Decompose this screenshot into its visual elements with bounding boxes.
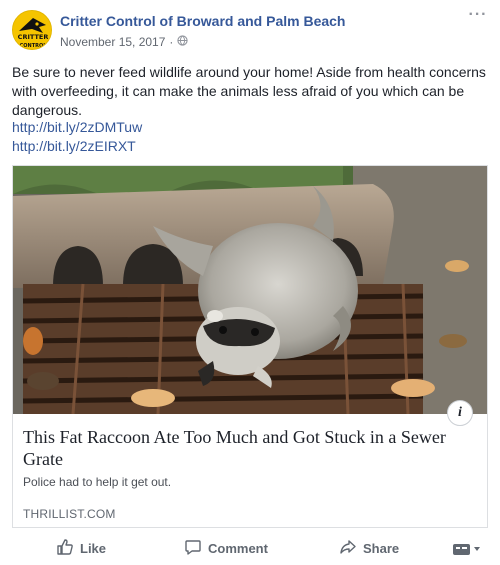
link-preview-card[interactable]: i This Fat Raccoon Ate Too Much and Got … xyxy=(12,165,488,528)
post-actions: Like Comment Share xyxy=(12,533,488,565)
svg-text:CONTROL: CONTROL xyxy=(20,43,48,49)
info-icon[interactable]: i xyxy=(447,400,473,426)
page-avatar[interactable]: CRITTER CONTROL xyxy=(12,10,52,50)
post-meta: November 15, 2017 · xyxy=(60,35,189,49)
facebook-post: CRITTER CONTROL Critter Control of Browa… xyxy=(0,0,500,565)
card-domain: THRILLIST.COM xyxy=(23,507,116,521)
post-link-1[interactable]: http://bit.ly/2zDMTuw xyxy=(12,118,142,137)
meta-separator: · xyxy=(169,35,174,49)
comment-icon xyxy=(184,538,208,559)
more-options-button[interactable]: ··· xyxy=(468,7,488,24)
svg-text:CRITTER: CRITTER xyxy=(18,33,49,41)
like-label: Like xyxy=(80,540,107,556)
share-button[interactable]: Share xyxy=(339,536,399,560)
critter-control-logo: CRITTER CONTROL xyxy=(13,11,51,49)
card-title[interactable]: This Fat Raccoon Ate Too Much and Got St… xyxy=(23,426,463,470)
thumbs-up-icon xyxy=(56,538,80,559)
card-description: Police had to help it get out. xyxy=(23,475,172,489)
page-name-link[interactable]: Critter Control of Broward and Palm Beac… xyxy=(60,13,345,29)
post-links: http://bit.ly/2zDMTuw http://bit.ly/2zEI… xyxy=(12,118,142,156)
comment-label: Comment xyxy=(208,540,268,556)
post-header: CRITTER CONTROL Critter Control of Browa… xyxy=(12,7,488,54)
share-icon xyxy=(339,538,363,559)
comment-button[interactable]: Comment xyxy=(184,536,268,560)
reaction-selector-button[interactable] xyxy=(452,538,488,562)
like-button[interactable]: Like xyxy=(56,536,106,560)
raccoon-photo[interactable] xyxy=(13,166,487,414)
globe-icon[interactable] xyxy=(177,35,189,49)
page-voice-icon xyxy=(452,541,488,560)
post-date[interactable]: November 15, 2017 xyxy=(60,35,165,49)
share-label: Share xyxy=(363,540,400,556)
post-message: Be sure to never feed wildlife around yo… xyxy=(12,64,486,118)
post-link-2[interactable]: http://bit.ly/2zEIRXT xyxy=(12,137,142,156)
